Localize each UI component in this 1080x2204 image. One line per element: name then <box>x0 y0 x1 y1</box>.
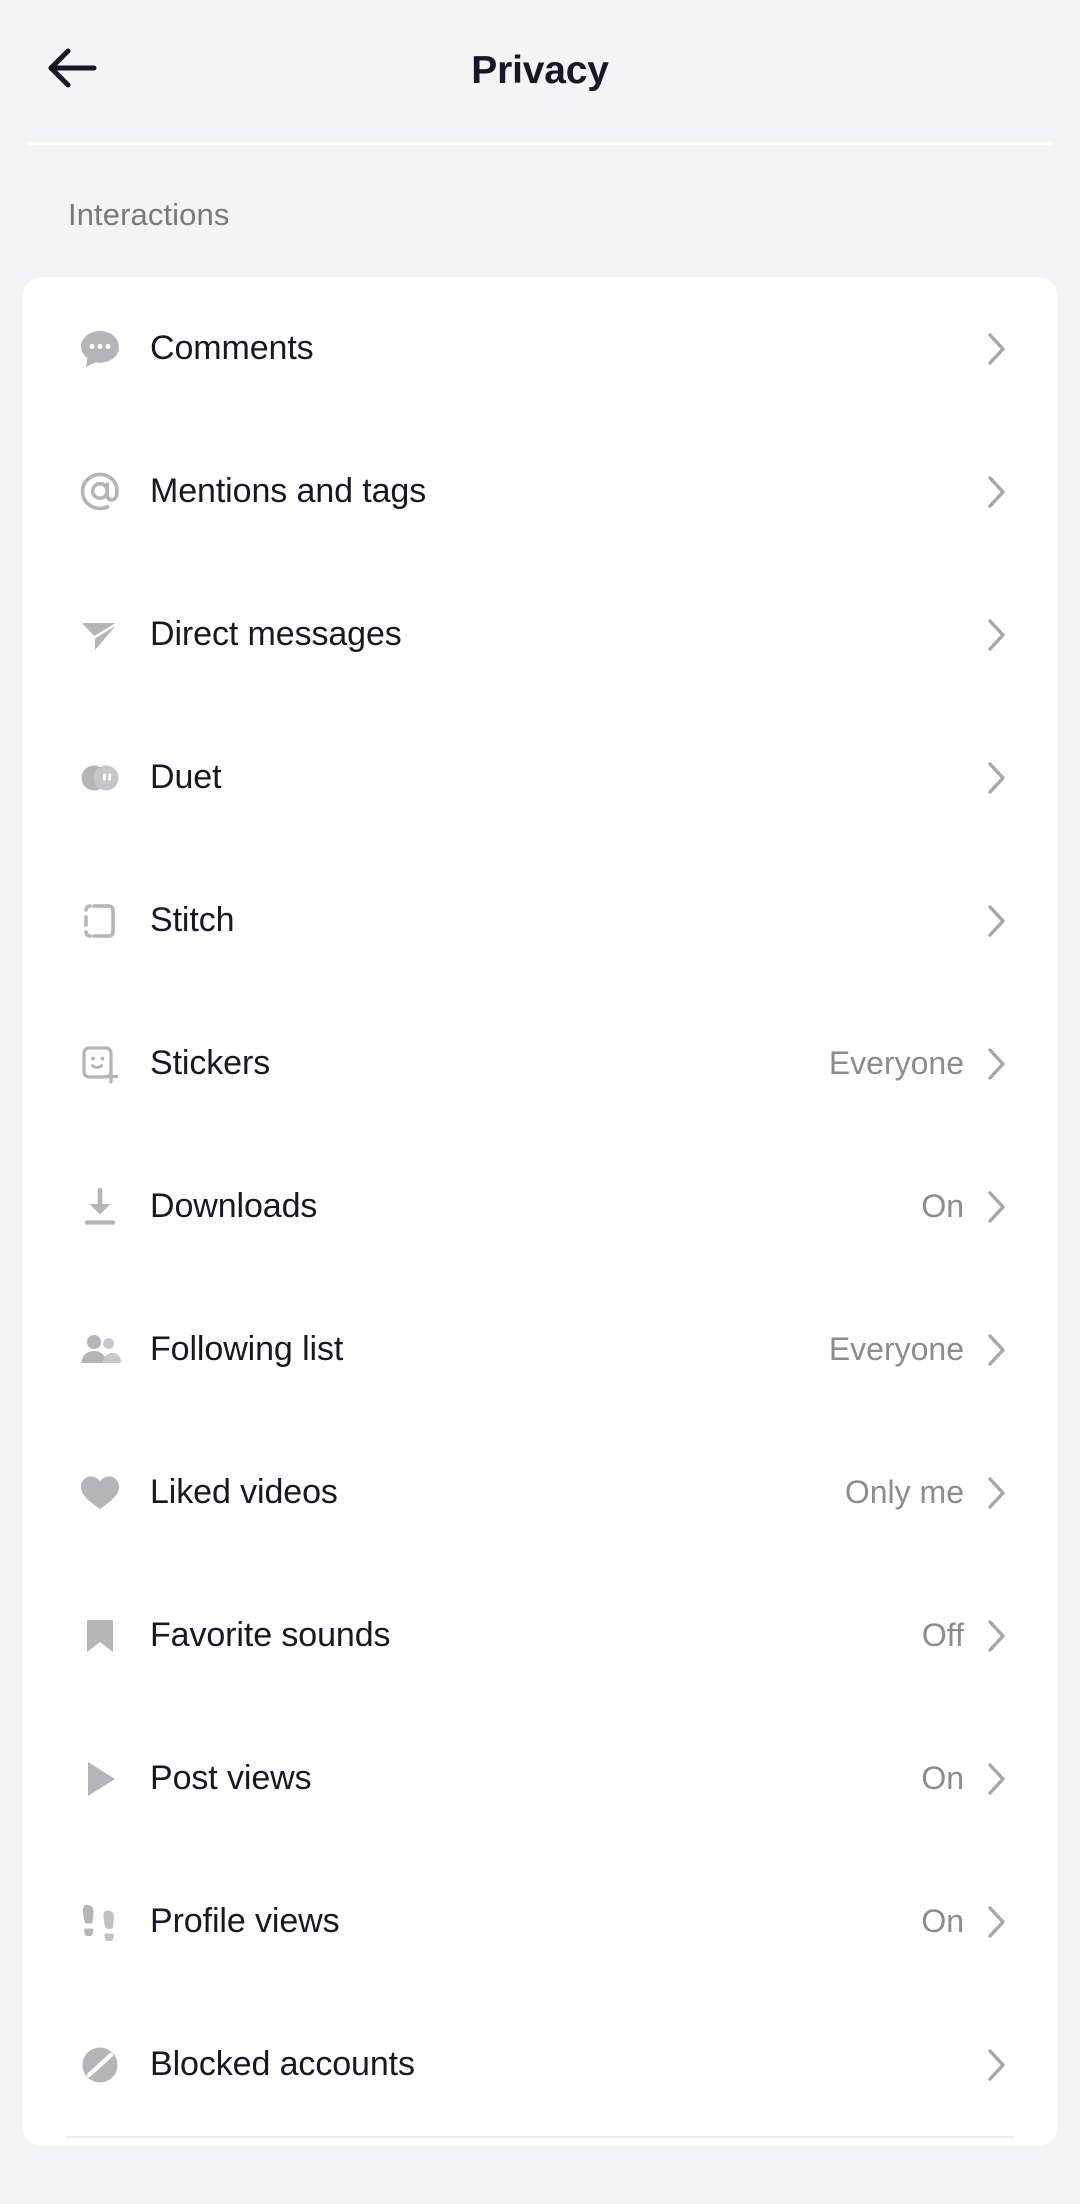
chevron-right-icon <box>984 615 1010 655</box>
list-item-label: Downloads <box>150 1187 318 1225</box>
download-icon <box>74 1181 126 1233</box>
chevron-right-icon <box>984 1902 1010 1942</box>
page-title: Privacy <box>471 49 609 92</box>
list-item-profile-views[interactable]: Profile views On <box>22 1850 1058 1993</box>
list-item-label: Stitch <box>150 901 235 939</box>
list-item-favorite-sounds[interactable]: Favorite sounds Off <box>22 1564 1058 1707</box>
list-item-following-list[interactable]: Following list Everyone <box>22 1278 1058 1421</box>
list-item-label: Profile views <box>150 1902 340 1940</box>
list-item-value: On <box>921 1760 964 1796</box>
list-item-label: Stickers <box>150 1044 271 1082</box>
list-item-value: Only me <box>844 1474 964 1510</box>
list-item-comments[interactable]: Comments <box>22 277 1058 420</box>
chevron-right-icon <box>984 758 1010 798</box>
list-item-label: Blocked accounts <box>150 2045 415 2083</box>
list-item-label: Mentions and tags <box>150 472 427 510</box>
sticker-smiley-icon <box>74 1038 126 1090</box>
app-header: Privacy <box>0 0 1080 142</box>
chevron-right-icon <box>984 1473 1010 1513</box>
chevron-right-icon <box>984 329 1010 369</box>
list-item-value: Everyone <box>828 1331 964 1367</box>
card-bottom-divider <box>66 2136 1014 2138</box>
chevron-right-icon <box>984 1759 1010 1799</box>
list-item-value: Everyone <box>828 1045 964 1081</box>
bookmark-icon <box>74 1610 126 1662</box>
settings-card: Comments Mentions and tags Direct messag… <box>22 277 1058 2146</box>
list-item-liked-videos[interactable]: Liked videos Only me <box>22 1421 1058 1564</box>
list-item-stickers[interactable]: Stickers Everyone <box>22 992 1058 1135</box>
list-item-duet[interactable]: Duet <box>22 706 1058 849</box>
list-item-label: Direct messages <box>150 615 402 653</box>
chevron-right-icon <box>984 472 1010 512</box>
block-slash-icon <box>74 2039 126 2091</box>
back-button[interactable] <box>36 34 108 106</box>
chevron-right-icon <box>984 1330 1010 1370</box>
list-item-label: Liked videos <box>150 1473 338 1511</box>
chevron-right-icon <box>984 1187 1010 1227</box>
list-item-label: Favorite sounds <box>150 1616 391 1654</box>
chevron-right-icon <box>984 901 1010 941</box>
list-item-post-views[interactable]: Post views On <box>22 1707 1058 1850</box>
list-item-value: Off <box>921 1617 964 1653</box>
list-item-downloads[interactable]: Downloads On <box>22 1135 1058 1278</box>
section-header-interactions: Interactions <box>68 197 230 232</box>
list-item-label: Duet <box>150 758 222 796</box>
heart-icon <box>74 1467 126 1519</box>
arrow-left-icon <box>46 46 98 95</box>
list-item-label: Post views <box>150 1759 312 1797</box>
comment-bubble-icon <box>74 323 126 375</box>
people-icon <box>74 1324 126 1376</box>
footprints-icon <box>74 1896 126 1948</box>
list-item-mentions-and-tags[interactable]: Mentions and tags <box>22 420 1058 563</box>
chevron-right-icon <box>984 1044 1010 1084</box>
chevron-right-icon <box>984 2045 1010 2085</box>
paper-plane-icon <box>74 609 126 661</box>
duet-circles-icon <box>74 752 126 804</box>
list-item-label: Following list <box>150 1330 344 1368</box>
list-item-stitch[interactable]: Stitch <box>22 849 1058 992</box>
list-item-value: On <box>921 1903 964 1939</box>
stitch-frame-icon <box>74 895 126 947</box>
list-item-blocked-accounts[interactable]: Blocked accounts <box>22 1993 1058 2136</box>
list-item-label: Comments <box>150 329 314 367</box>
play-triangle-icon <box>74 1753 126 1805</box>
list-item-direct-messages[interactable]: Direct messages <box>22 563 1058 706</box>
at-sign-icon <box>74 466 126 518</box>
chevron-right-icon <box>984 1616 1010 1656</box>
list-item-value: On <box>921 1188 964 1224</box>
